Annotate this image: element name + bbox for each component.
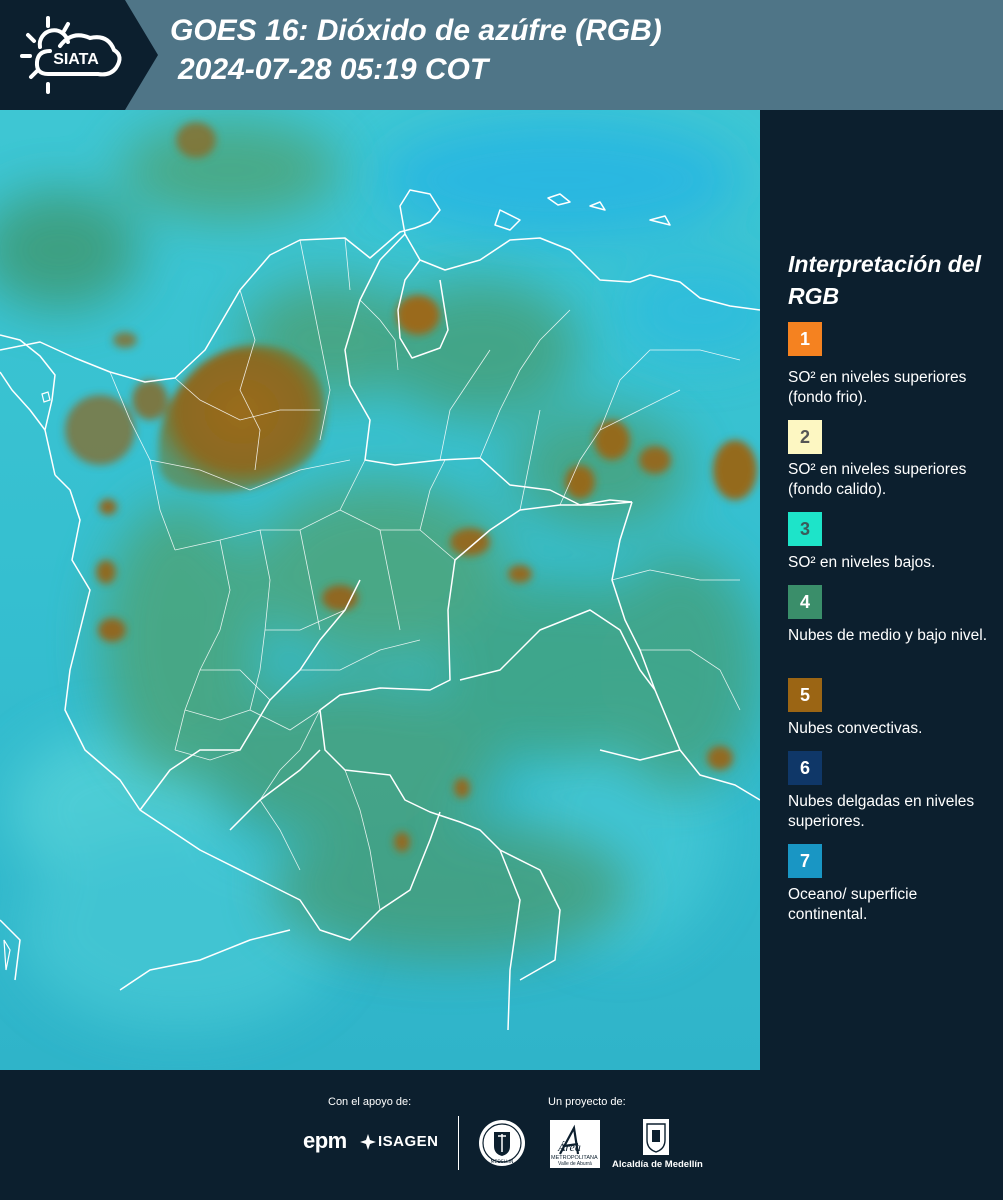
alcaldia-shield-icon	[643, 1119, 669, 1155]
legend-swatch-7: 7	[788, 844, 822, 878]
satellite-image	[0, 110, 760, 1070]
isagen-logo: ISAGEN	[378, 1133, 439, 1150]
header-bar: SIATA GOES 16: Dióxido de azúfre (RGB) 2…	[0, 0, 1003, 110]
legend-label-5: Nubes convectivas.	[788, 720, 923, 737]
epm-logo: epm	[303, 1128, 347, 1153]
medellin-seal-text: MEDELLIN	[491, 1159, 514, 1165]
legend-label-1: SO² en niveles superiores (fondo frio).	[788, 369, 967, 406]
legend-swatch-1: 1	[788, 322, 822, 356]
satellite-map[interactable]	[0, 110, 760, 1070]
project-label: Un proyecto de:	[548, 1096, 626, 1108]
footer-sponsors: Con el apoyo de: Un proyecto de: epm ISA…	[0, 1070, 1003, 1200]
legend-swatch-2: 2	[788, 420, 822, 454]
legend-swatch-4: 4	[788, 585, 822, 619]
legend-swatch-6: 6	[788, 751, 822, 785]
siata-logo: SIATA	[0, 0, 158, 110]
legend-swatch-3: 3	[788, 512, 822, 546]
legend-swatch-5: 5	[788, 678, 822, 712]
area-logo-sub2: Valle de Aburrá	[558, 1161, 592, 1167]
siata-logo-text: SIATA	[53, 51, 99, 68]
footer-divider	[458, 1116, 459, 1170]
alcaldia-label: Alcaldía de Medellín	[612, 1159, 703, 1170]
support-label: Con el apoyo de:	[328, 1096, 412, 1108]
legend-title: Interpretación del RGB	[788, 251, 981, 309]
area-logo-name: Área	[558, 1140, 581, 1154]
legend-label-4: Nubes de medio y bajo nivel.	[788, 627, 988, 644]
legend-label-6: Nubes delgadas en niveles superiores.	[788, 793, 975, 830]
legend-label-7: Oceano/ superficie continental.	[788, 886, 918, 923]
timestamp: 2024-07-28 05:19 COT	[178, 53, 489, 86]
isagen-star-icon	[360, 1134, 376, 1150]
legend-panel: Interpretación del RGB 1 SO² en niveles …	[760, 110, 1003, 1070]
legend-label-3: SO² en niveles bajos.	[788, 554, 936, 571]
medellin-seal: MEDELLIN	[479, 1120, 525, 1166]
page-title: GOES 16: Dióxido de azúfre (RGB)	[170, 14, 662, 47]
legend-label-2: SO² en niveles superiores (fondo calido)…	[788, 461, 967, 498]
